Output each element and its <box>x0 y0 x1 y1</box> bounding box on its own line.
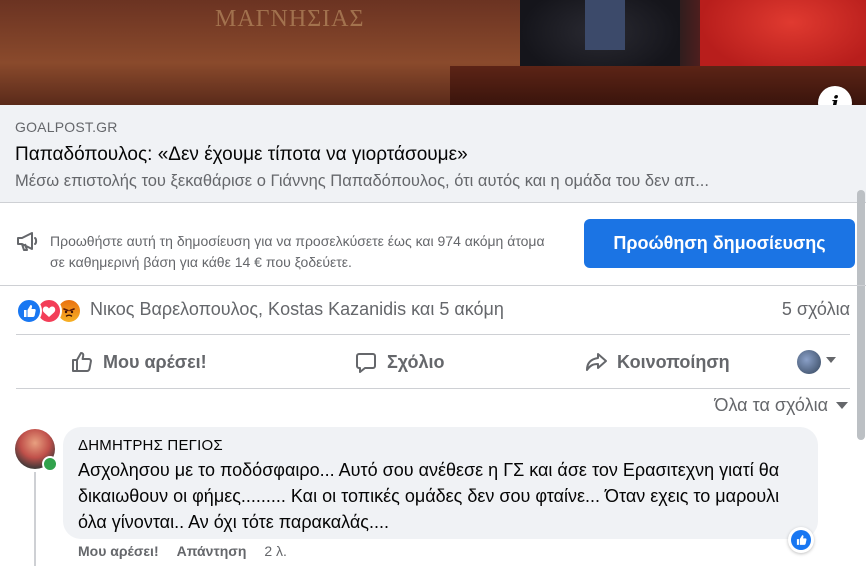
comment-time[interactable]: 2 λ. <box>264 543 287 559</box>
megaphone-icon <box>17 232 38 251</box>
divider <box>0 285 866 286</box>
image-sign-text: ΜΑΓΝΗΣΙΑΣ <box>215 6 365 32</box>
link-domain: GOALPOST.GR <box>15 119 118 135</box>
image-desk <box>450 66 866 105</box>
divider <box>16 334 850 335</box>
link-title[interactable]: Παπαδόπουλος: «Δεν έχουμε τίποτα να γιορ… <box>15 144 468 166</box>
online-status-dot <box>42 456 58 472</box>
comment-reply-button[interactable]: Απάντηση <box>177 543 247 559</box>
reaction-icons[interactable] <box>16 298 96 324</box>
promote-post-button[interactable]: Προώθηση δημοσίευσης <box>584 219 855 268</box>
page-avatar[interactable] <box>797 350 821 374</box>
scrollbar[interactable] <box>857 190 865 440</box>
share-icon <box>586 353 607 371</box>
image-shirt <box>585 0 625 50</box>
comments-filter-label: Όλα τα σχόλια <box>714 395 828 415</box>
comment-author[interactable]: ΔΗΜΗΤΡΗΣ ΠΕΓΙΟΣ <box>78 437 223 454</box>
share-button[interactable]: Κοινοποίηση <box>584 345 730 379</box>
comment-label: Σχόλιο <box>387 351 445 372</box>
link-description: Μέσω επιστολής του ξεκαθάρισε ο Γιάννης … <box>15 172 709 190</box>
link-preview-image[interactable]: ΜΑΓΝΗΣΙΑΣ <box>0 0 866 105</box>
like-reaction-icon <box>791 530 811 550</box>
comment-text: Ασχολησου με το ποδόσφαιρο... Αυτό σου α… <box>78 460 780 532</box>
thumbs-up-icon <box>72 352 92 372</box>
chevron-down-icon <box>836 402 848 409</box>
share-label: Κοινοποίηση <box>617 351 730 372</box>
divider <box>16 388 850 389</box>
chevron-down-icon[interactable] <box>826 357 836 363</box>
comments-filter-dropdown[interactable]: Όλα τα σχόλια <box>715 395 848 416</box>
like-reaction-icon <box>16 298 42 324</box>
comment-like-button[interactable]: Μου αρέσει! <box>78 543 159 559</box>
comment-actions: Μου αρέσει! Απάντηση 2 λ. <box>78 543 287 559</box>
comment-reaction[interactable] <box>788 527 814 553</box>
image-person-red <box>700 0 866 75</box>
comment-icon <box>356 353 376 373</box>
comment-button[interactable]: Σχόλιο <box>354 345 445 379</box>
comments-count[interactable]: 5 σχόλια <box>782 299 850 320</box>
like-button[interactable]: Μου αρέσει! <box>70 345 207 379</box>
reaction-names[interactable]: Νικος Βαρελοπουλος, Kostas Kazanidis και… <box>90 299 504 320</box>
like-label: Μου αρέσει! <box>103 351 207 372</box>
thread-line <box>34 472 36 566</box>
promotion-text: Προωθήστε αυτή τη δημοσίευση για να προσ… <box>50 233 545 270</box>
